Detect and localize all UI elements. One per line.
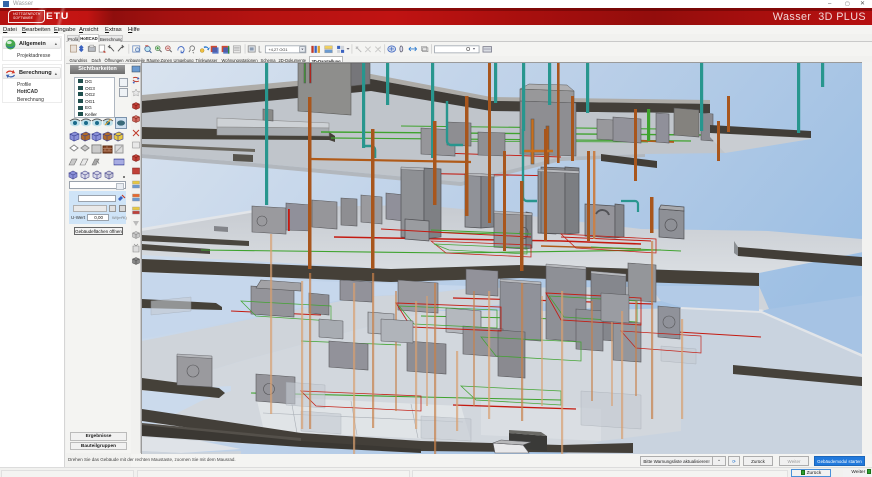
svg-text:+4,27 OG1: +4,27 OG1 bbox=[268, 47, 287, 52]
